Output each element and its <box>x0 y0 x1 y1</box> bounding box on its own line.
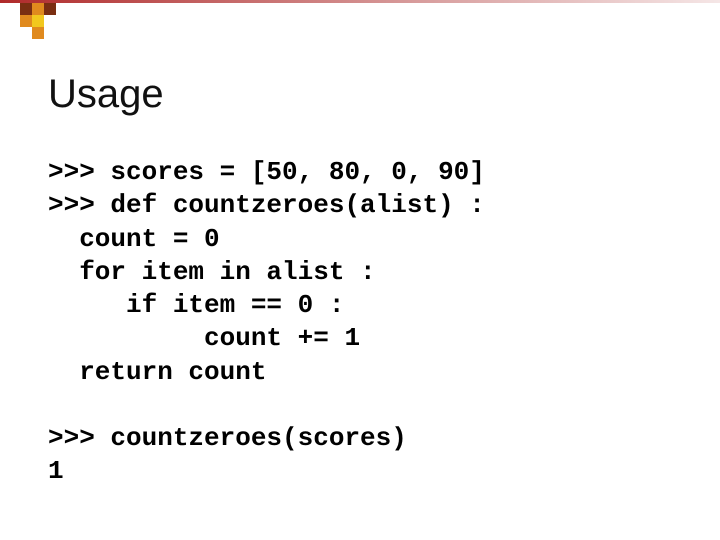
code-line: for item in alist : <box>48 257 376 287</box>
pixel-icon <box>32 15 44 27</box>
code-line: count += 1 <box>48 323 360 353</box>
slide-title: Usage <box>48 72 164 117</box>
code-line: count = 0 <box>48 224 220 254</box>
pixel-icon <box>32 27 44 39</box>
pixel-icon <box>20 3 32 15</box>
code-line: return count <box>48 357 266 387</box>
code-line: >>> def countzeroes(alist) : <box>48 190 485 220</box>
slide: Usage >>> scores = [50, 80, 0, 90] >>> d… <box>0 0 720 540</box>
code-line: >>> scores = [50, 80, 0, 90] <box>48 157 485 187</box>
pixel-icon <box>44 3 56 15</box>
top-gradient-line <box>0 0 720 3</box>
pixel-icon <box>20 15 32 27</box>
code-line: >>> countzeroes(scores) <box>48 423 407 453</box>
top-bar <box>0 0 720 12</box>
code-line: 1 <box>48 456 64 486</box>
pixel-icon <box>32 3 44 15</box>
code-block: >>> scores = [50, 80, 0, 90] >>> def cou… <box>48 156 672 489</box>
code-line: if item == 0 : <box>48 290 344 320</box>
